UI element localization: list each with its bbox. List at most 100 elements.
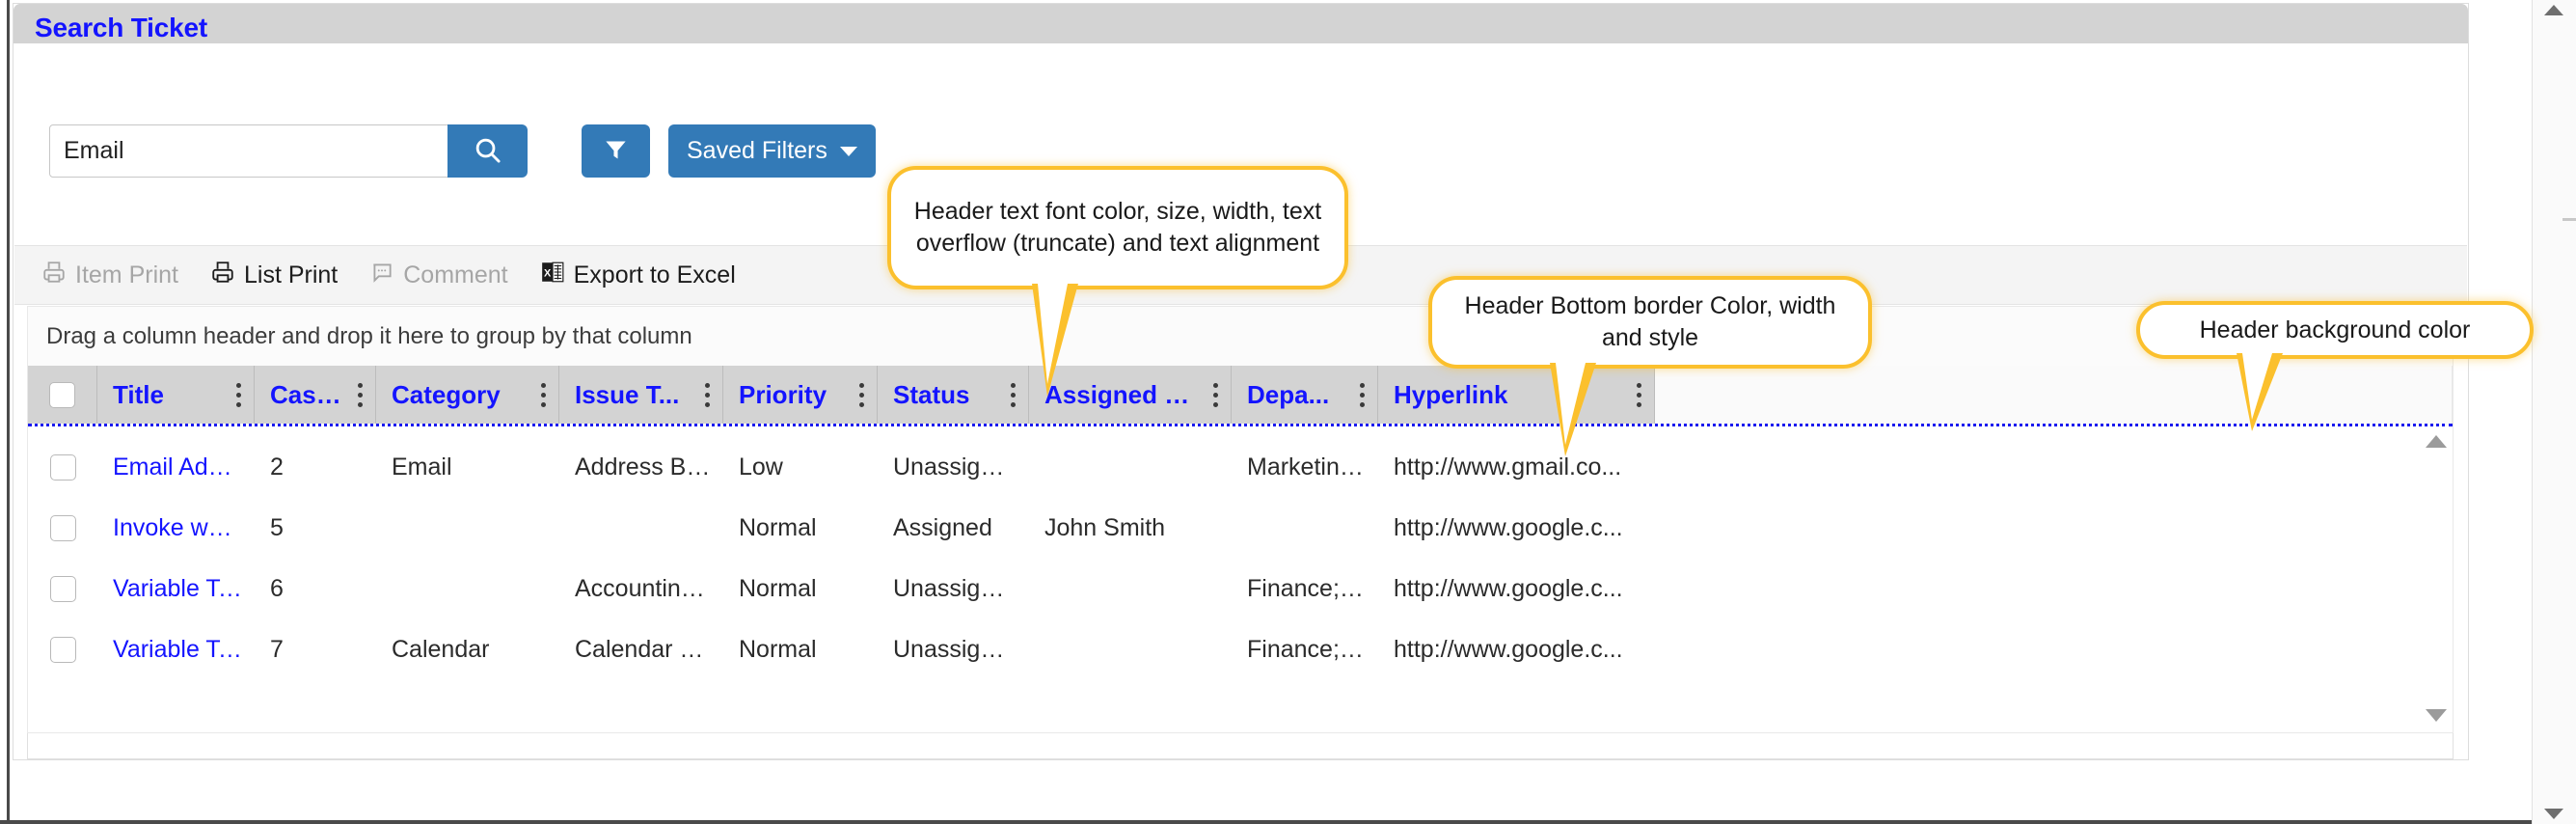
filter-button[interactable] bbox=[582, 124, 650, 178]
svg-text:X: X bbox=[544, 267, 552, 279]
scrollbar-track[interactable] bbox=[2533, 0, 2575, 824]
cell-issue-type: Calendar Del... bbox=[575, 636, 723, 663]
column-header-category[interactable]: Category bbox=[376, 366, 559, 424]
scroll-down-icon[interactable] bbox=[2426, 709, 2447, 722]
cell-issue-type bbox=[559, 508, 723, 548]
group-by-drop-panel[interactable]: Drag a column header and drop it here to… bbox=[27, 306, 2454, 366]
filter-icon bbox=[603, 137, 629, 166]
cell-issue-type: Accounting S... bbox=[575, 575, 723, 602]
cell-filler bbox=[1655, 447, 2453, 487]
column-menu-icon[interactable] bbox=[1350, 382, 1365, 407]
cell-department: Finance; HR... bbox=[1247, 575, 1378, 602]
grid-body: Email Address ... 2 Email Address Book..… bbox=[28, 426, 2453, 730]
cell-filler bbox=[1655, 508, 2453, 548]
cell-title[interactable]: Invoke web ser... bbox=[97, 508, 255, 548]
table-row[interactable]: Variable Testing 6 Accounting S... Norma… bbox=[28, 568, 2453, 609]
column-menu-icon[interactable] bbox=[850, 382, 864, 407]
column-menu-icon[interactable] bbox=[227, 382, 241, 407]
search-field-group bbox=[49, 124, 529, 178]
card-header: Search Ticket bbox=[14, 4, 2468, 43]
scroll-down-icon[interactable] bbox=[2544, 809, 2563, 819]
grid-vertical-scrollbar[interactable] bbox=[2419, 426, 2453, 730]
cell-hyperlink[interactable]: http://www.gmail.co... bbox=[1378, 447, 1655, 487]
cell-department bbox=[1232, 508, 1378, 548]
column-header-case-id[interactable]: Case Id bbox=[255, 366, 376, 424]
column-header-title[interactable]: Title bbox=[97, 366, 255, 424]
scrollbar-thumb[interactable] bbox=[2562, 218, 2576, 221]
comment-command[interactable]: Comment bbox=[369, 260, 508, 291]
ticket-grid: Title Case Id Category Issue T... Priori bbox=[27, 366, 2454, 733]
comment-icon bbox=[369, 260, 394, 291]
column-header-label: Category bbox=[392, 379, 501, 409]
column-menu-icon[interactable] bbox=[1001, 382, 1016, 407]
search-input[interactable] bbox=[49, 124, 448, 178]
cell-assigned-staff bbox=[1029, 447, 1232, 487]
list-print-label: List Print bbox=[243, 261, 339, 288]
callout-tail bbox=[1032, 284, 1078, 397]
cell-status: Assigned bbox=[893, 514, 992, 541]
column-header-label: Depa... bbox=[1247, 379, 1330, 409]
cell-category: Calendar bbox=[392, 636, 490, 663]
row-select-cell bbox=[28, 508, 97, 548]
column-header-priority[interactable]: Priority bbox=[723, 366, 878, 424]
column-header-department[interactable]: Depa... bbox=[1232, 366, 1378, 424]
scroll-up-icon[interactable] bbox=[2544, 5, 2563, 15]
annotation-text: Header background color bbox=[2199, 316, 2471, 343]
column-menu-icon[interactable] bbox=[531, 382, 546, 407]
column-header-status[interactable]: Status bbox=[878, 366, 1029, 424]
column-header-select bbox=[28, 366, 97, 424]
row-select-cell bbox=[28, 447, 97, 487]
cell-priority: Low bbox=[739, 453, 783, 481]
cell-issue-type: Address Book... bbox=[575, 453, 723, 481]
cell-hyperlink[interactable]: http://www.google.c... bbox=[1378, 629, 1655, 670]
annotation-callout-header-border: Header Bottom border Color, width and st… bbox=[1428, 276, 1872, 456]
column-header-issue-type[interactable]: Issue T... bbox=[559, 366, 723, 424]
search-ticket-card: Search Ticket Email Saved Filters Item P… bbox=[13, 3, 2469, 760]
table-row[interactable]: Email Address ... 2 Email Address Book..… bbox=[28, 447, 2453, 487]
search-button[interactable] bbox=[447, 124, 528, 178]
cell-department: Finance; HR... bbox=[1247, 636, 1378, 663]
cell-department: Marketing; ... bbox=[1247, 453, 1378, 481]
item-print-command[interactable]: Item Print bbox=[41, 260, 178, 291]
column-menu-icon[interactable] bbox=[348, 382, 363, 407]
browser-scrollbar[interactable] bbox=[2532, 0, 2576, 824]
cell-hyperlink[interactable]: http://www.google.c... bbox=[1378, 508, 1655, 548]
saved-filters-button[interactable]: Saved Filters bbox=[668, 124, 876, 178]
callout-tail bbox=[2237, 353, 2283, 431]
callout-tail bbox=[1550, 363, 1596, 456]
annotation-text: Header text font color, size, width, tex… bbox=[913, 198, 1322, 257]
export-to-excel-command[interactable]: X Export to Excel bbox=[540, 260, 736, 291]
comment-label: Comment bbox=[403, 261, 508, 288]
row-checkbox[interactable] bbox=[49, 453, 76, 481]
row-select-cell bbox=[28, 629, 97, 670]
list-print-command[interactable]: List Print bbox=[210, 260, 338, 291]
column-menu-icon[interactable] bbox=[1204, 382, 1218, 407]
cell-title[interactable]: Variable Testing bbox=[97, 568, 255, 609]
cell-assigned-staff bbox=[1029, 568, 1232, 609]
column-header-hyperlink[interactable]: Hyperlink bbox=[1378, 366, 1655, 424]
row-checkbox[interactable] bbox=[49, 636, 76, 663]
item-print-label: Item Print bbox=[75, 261, 178, 288]
column-header-label: Status bbox=[893, 379, 970, 409]
excel-icon: X bbox=[540, 260, 565, 291]
table-row[interactable]: Invoke web ser... 5 Normal Assigned John… bbox=[28, 508, 2453, 548]
column-menu-icon[interactable] bbox=[695, 382, 710, 407]
grid-header-row: Title Case Id Category Issue T... Priori bbox=[28, 366, 2453, 426]
row-checkbox[interactable] bbox=[49, 575, 76, 602]
cell-case-id: 5 bbox=[270, 514, 284, 541]
page-root: Search Ticket Email Saved Filters Item P… bbox=[0, 0, 2576, 824]
search-icon bbox=[473, 135, 502, 168]
column-header-filler bbox=[1655, 366, 2453, 424]
select-all-checkbox[interactable] bbox=[49, 381, 75, 408]
cell-hyperlink[interactable]: http://www.google.c... bbox=[1378, 568, 1655, 609]
cell-category: Email bbox=[392, 453, 452, 481]
table-row[interactable]: Variable Test 7 Calendar Calendar Del...… bbox=[28, 629, 2453, 670]
scroll-up-icon[interactable] bbox=[2426, 435, 2447, 448]
column-menu-icon[interactable] bbox=[1627, 382, 1641, 407]
cell-priority: Normal bbox=[739, 514, 817, 541]
row-checkbox[interactable] bbox=[49, 514, 76, 541]
export-to-excel-label: Export to Excel bbox=[573, 261, 736, 288]
cell-title[interactable]: Email Address ... bbox=[97, 447, 255, 487]
cell-title[interactable]: Variable Test bbox=[97, 629, 255, 670]
cell-status: Unassigned bbox=[893, 453, 1021, 481]
